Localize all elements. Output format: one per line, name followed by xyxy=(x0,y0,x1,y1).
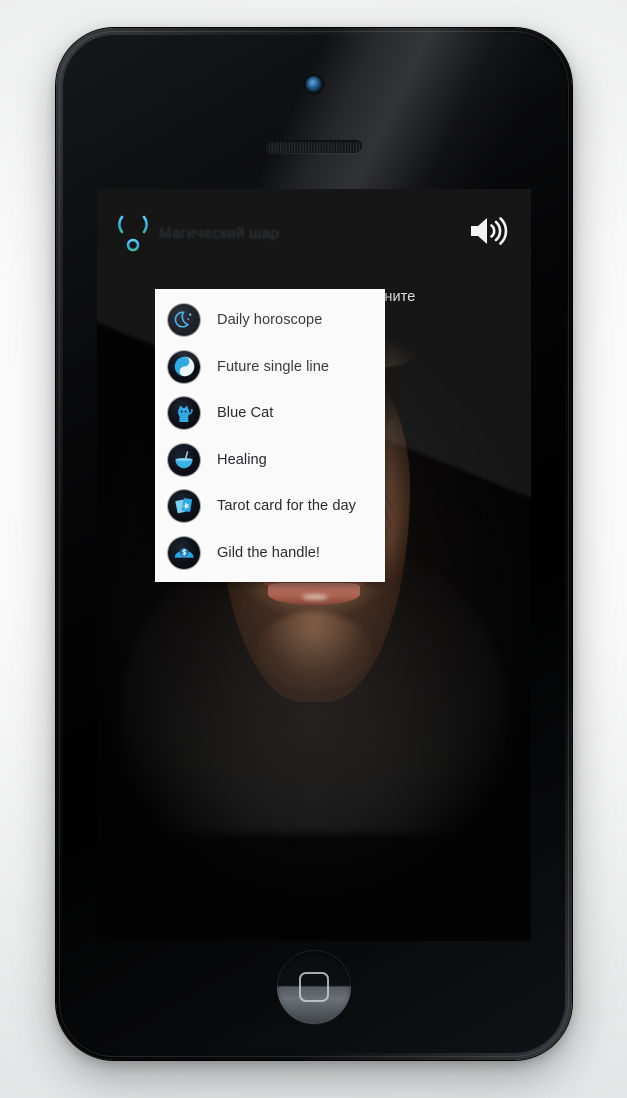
menu-item-label: Daily horoscope xyxy=(217,312,323,329)
menu-item-label: Blue Cat xyxy=(217,405,274,422)
crescent-moon-stars-icon xyxy=(168,304,200,337)
menu-item-healing[interactable]: Healing xyxy=(155,437,385,484)
menu-item-blue-cat[interactable]: Blue Cat xyxy=(155,390,385,437)
menu-item-daily-horoscope[interactable]: Daily horoscope xyxy=(155,297,385,344)
tarot-cards-icon xyxy=(168,490,200,523)
menu-item-label: Healing xyxy=(217,451,267,468)
earpiece-speaker-grille xyxy=(266,140,362,153)
app-header: Магический шар xyxy=(97,189,531,273)
uranus-astrology-symbol-icon[interactable] xyxy=(113,211,153,255)
app-title: Магический шар xyxy=(159,225,280,242)
menu-item-label: Future single line xyxy=(217,358,330,375)
menu-item-label: Tarot card for the day xyxy=(217,498,356,515)
menu-item-gild-the-handle[interactable]: Gild the handle! xyxy=(155,530,385,577)
phone-device: Магический шар Задумайте вопрос и кликни… xyxy=(56,28,572,1060)
potion-bowl-icon xyxy=(168,443,200,476)
yin-yang-icon xyxy=(168,350,200,383)
home-button-square-icon xyxy=(299,972,329,1002)
front-camera-icon xyxy=(305,76,323,93)
blue-cat-icon xyxy=(168,397,200,430)
menu-item-future-single-line[interactable]: Future single line xyxy=(155,344,385,391)
menu-item-tarot-card[interactable]: Tarot card for the day xyxy=(155,483,385,530)
speaker-volume-icon[interactable] xyxy=(465,211,511,251)
phone-screen: Магический шар Задумайте вопрос и кликни… xyxy=(97,189,531,941)
home-button[interactable] xyxy=(277,950,351,1024)
dropdown-menu[interactable]: Daily horoscope Future single line Blue … xyxy=(155,289,385,582)
palm-with-coin-icon xyxy=(168,536,200,569)
menu-item-label: Gild the handle! xyxy=(217,544,321,561)
